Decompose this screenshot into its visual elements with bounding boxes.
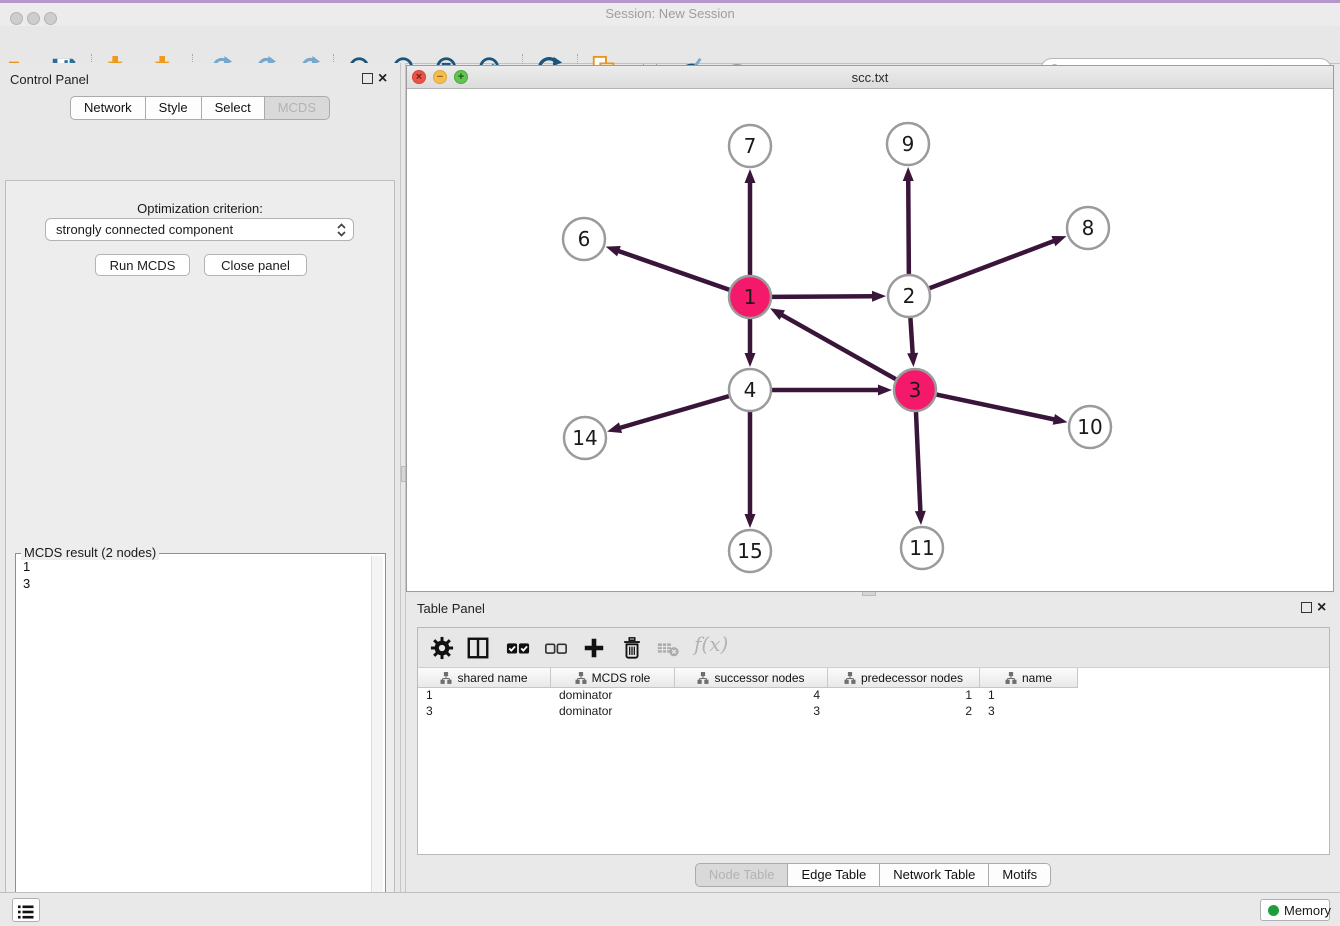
clear-selection-icon[interactable] [544, 636, 568, 660]
svg-text:4: 4 [744, 378, 757, 402]
svg-text:15: 15 [737, 539, 762, 563]
svg-text:6: 6 [578, 227, 591, 251]
table-cell: 3 [418, 703, 551, 719]
mcds-result-line: 3 [23, 575, 30, 592]
network-window-titlebar: × − + scc.txt [407, 66, 1333, 89]
column-header-MCDS-role[interactable]: MCDS role [551, 668, 675, 687]
svg-text:14: 14 [572, 426, 597, 450]
delete-columns-icon[interactable] [620, 636, 644, 660]
table-cell: 3 [675, 703, 828, 719]
tab-style[interactable]: Style [146, 96, 202, 120]
svg-text:2: 2 [903, 284, 916, 308]
tab-edge-table[interactable]: Edge Table [788, 863, 880, 887]
network-window: × − + scc.txt 7 9 6 8 1 2 4 3 14 10 15 11 [406, 65, 1334, 592]
control-panel: Control Panel × NetworkStyleSelectMCDS O… [0, 63, 400, 892]
table-row[interactable]: 1dominator411 [418, 687, 1329, 703]
table-cell: dominator [551, 687, 675, 703]
criterion-dropdown[interactable]: strongly connected component [45, 218, 354, 241]
column-header-shared-name[interactable]: shared name [418, 668, 551, 687]
function-builder-icon: f(x) [694, 632, 734, 656]
table-row[interactable]: 3dominator323 [418, 703, 1329, 719]
titlebar-accent [0, 0, 1340, 3]
titlebar: Session: New Session [0, 0, 1340, 27]
tab-motifs[interactable]: Motifs [989, 863, 1051, 887]
column-header-predecessor-nodes[interactable]: predecessor nodes [828, 668, 980, 687]
table-panel-float-icon[interactable] [1301, 602, 1312, 613]
table-cell: 1 [980, 687, 1078, 703]
tab-network-table[interactable]: Network Table [880, 863, 989, 887]
table-toolbar: f(x) [418, 628, 1329, 668]
run-mcds-button[interactable]: Run MCDS [95, 254, 190, 276]
criterion-value: strongly connected component [56, 222, 233, 237]
task-history-button[interactable] [12, 898, 40, 922]
table-settings-icon[interactable] [430, 636, 454, 660]
tab-select[interactable]: Select [202, 96, 265, 120]
tab-node-table[interactable]: Node Table [695, 863, 789, 887]
svg-text:3: 3 [909, 378, 922, 402]
table-cell: 3 [980, 703, 1078, 719]
mcds-panel: Optimization criterion: strongly connect… [5, 180, 395, 926]
select-all-icon[interactable] [506, 636, 530, 660]
list-icon [15, 901, 37, 923]
table-rows: 1dominator4113dominator323 [418, 687, 1329, 719]
control-panel-float-icon[interactable] [362, 73, 373, 84]
main-toolbar [0, 26, 1340, 64]
network-canvas[interactable]: 7 9 6 8 1 2 4 3 14 10 15 11 [407, 89, 1333, 591]
control-panel-tabs: NetworkStyleSelectMCDS [0, 96, 400, 120]
mcds-result-box: MCDS result (2 nodes) 13 [15, 553, 386, 926]
table-cell: 4 [675, 687, 828, 703]
control-panel-close-icon[interactable]: × [378, 73, 387, 85]
mcds-result-title: MCDS result (2 nodes) [21, 545, 159, 560]
show-columns-icon[interactable] [466, 636, 490, 660]
table-header-row: shared nameMCDS rolesuccessor nodesprede… [418, 668, 1078, 688]
column-header-name[interactable]: name [980, 668, 1078, 687]
memory-status-icon [1268, 905, 1279, 916]
control-panel-title: Control Panel [10, 72, 89, 87]
add-column-icon[interactable] [582, 636, 606, 660]
tab-mcds[interactable]: MCDS [265, 96, 330, 120]
table-cell: 1 [828, 687, 980, 703]
tab-network[interactable]: Network [70, 96, 146, 120]
mcds-result-text: 13 [18, 558, 30, 592]
mcds-result-line: 1 [23, 558, 30, 575]
table-cell: 1 [418, 687, 551, 703]
column-header-successor-nodes[interactable]: successor nodes [675, 668, 828, 687]
table-panel-title: Table Panel [417, 601, 485, 616]
mcds-result-scrollbar[interactable] [371, 556, 383, 926]
window-title: Session: New Session [0, 6, 1340, 21]
table-cell: 2 [828, 703, 980, 719]
dropdown-stepper-icon [336, 221, 347, 242]
network-canvas-svg: 7 9 6 8 1 2 4 3 14 10 15 11 [407, 89, 1333, 591]
optimization-criterion-label: Optimization criterion: [6, 201, 394, 216]
svg-text:7: 7 [744, 134, 757, 158]
delete-table-icon [656, 636, 680, 660]
close-panel-button[interactable]: Close panel [204, 254, 307, 276]
memory-button[interactable]: Memory [1260, 899, 1330, 921]
svg-text:10: 10 [1077, 415, 1102, 439]
node-table-box: f(x) shared nameMCDS rolesuccessor nodes… [417, 627, 1330, 855]
table-cell: dominator [551, 703, 675, 719]
status-bar: Memory [0, 892, 1340, 926]
network-title: scc.txt [407, 70, 1333, 85]
app-window: Session: New Session [0, 0, 1340, 926]
svg-text:1: 1 [744, 285, 757, 309]
table-tabs: Node TableEdge TableNetwork TableMotifs [406, 863, 1340, 887]
svg-text:8: 8 [1082, 216, 1095, 240]
svg-text:11: 11 [909, 536, 934, 560]
memory-label: Memory [1284, 903, 1331, 918]
table-panel: Table Panel × [406, 597, 1340, 892]
table-panel-close-icon[interactable]: × [1317, 602, 1326, 614]
svg-text:9: 9 [902, 132, 915, 156]
